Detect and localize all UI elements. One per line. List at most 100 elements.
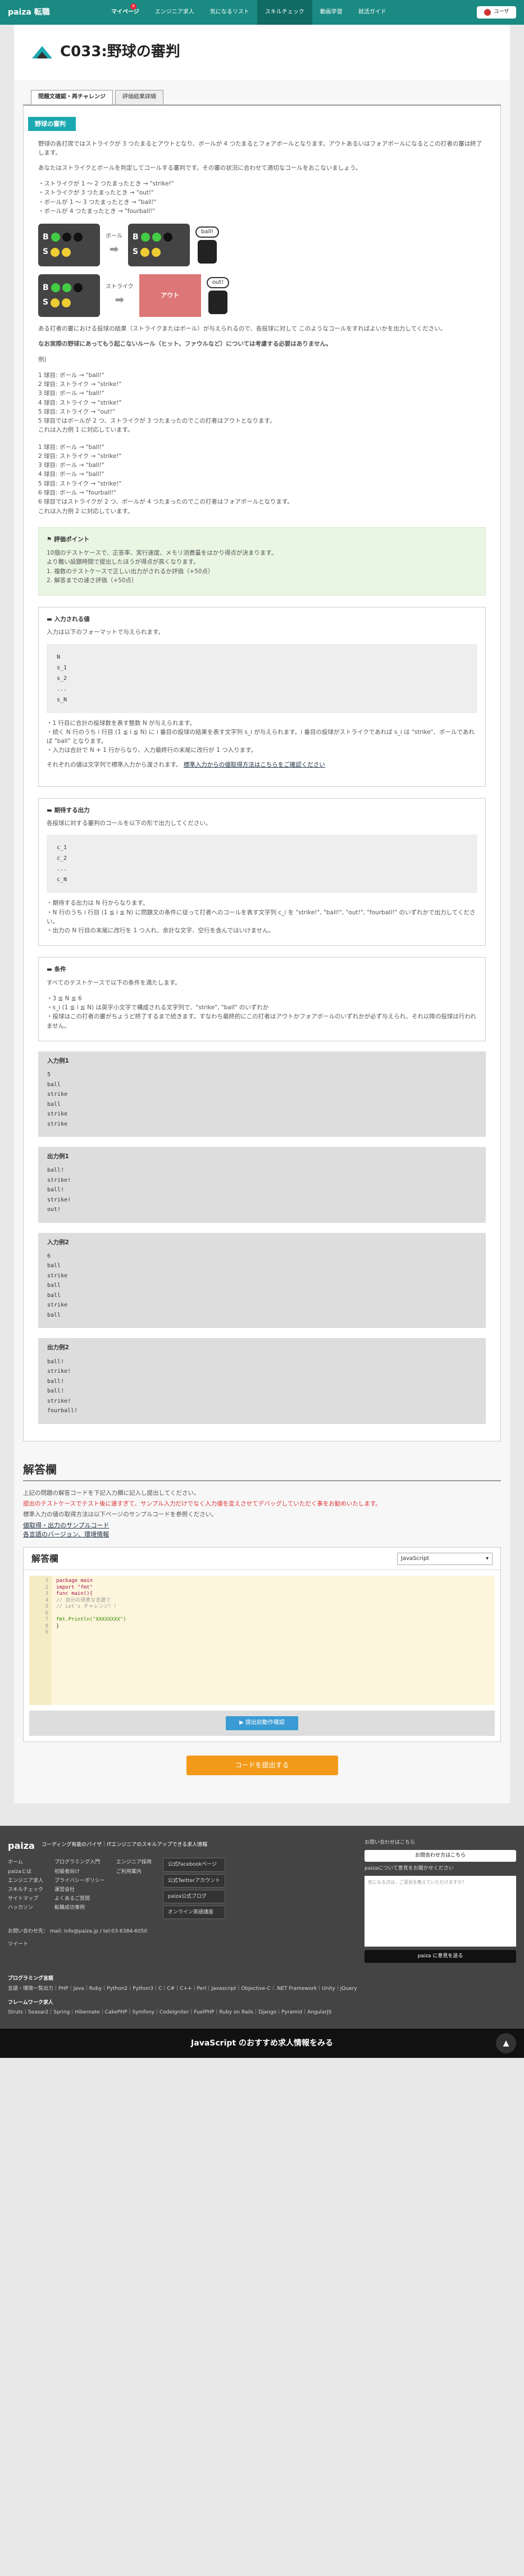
answer-title: 解答欄 <box>23 1462 501 1481</box>
answer-warning: 提出のテストケースでテスト後に速すぎて、サンプル入力だけでなく入力値を変えさせて… <box>23 1500 381 1507</box>
footer-col-2: プログラミング入門 初級者向け プライバシーポリシー 運営会社 よくあるご質問 転職成功事… <box>54 1858 105 1921</box>
logo[interactable]: paiza 転職 <box>8 7 103 18</box>
blog-button[interactable]: paiza公式ブログ <box>162 1889 226 1904</box>
footer-tagline: コーディング有能のパイザ｜ITエンジニアのスキルアップできる求人情報 <box>41 1842 208 1848</box>
problem-area: 問題文確認・再チャレンジ 評価結果詳細 野球の審判 野球の各打席ではストライクが… <box>14 80 510 1447</box>
footer: paiza コーディング有能のパイザ｜ITエンジニアのスキルアップできる求人情報… <box>0 1826 524 2029</box>
nav-guide[interactable]: 就活ガイド <box>350 0 394 25</box>
user-menu[interactable]: ユーザ <box>477 6 516 19</box>
back-to-top-icon[interactable]: ▲ <box>496 2033 516 2053</box>
input-example-1: 入力例1 5 ball strike ball strike strike <box>38 1051 486 1137</box>
footer-link[interactable]: ハッカソン <box>8 1903 43 1912</box>
answer-line: 上記の問題の解答コードを下記入力欄に記入し提出してください。 <box>23 1489 200 1496</box>
footer-link[interactable]: エンジニア求人 <box>8 1876 43 1885</box>
rules-list: ・ストライクが 1 ～ 2 つたまったとき → "strike!" ・ストライク… <box>38 179 486 216</box>
english-button[interactable]: オンライン英語講座 <box>162 1906 226 1920</box>
submit-code-button[interactable]: コードを提出する <box>186 1755 338 1776</box>
evaluation-line: 2. 解答までの速さ評価（+50点） <box>47 577 138 584</box>
example-line: 5 球目: ストライク → "out!" <box>38 408 115 415</box>
arrow-ball: ボール ➡ <box>106 233 122 256</box>
example-line: 6 球目ではストライクが 2 つ、ボールが 4 つたまったのでこの打者はフォアボ… <box>38 498 293 506</box>
umpire-icon <box>198 240 217 264</box>
footer-link[interactable]: 転職成功事例 <box>54 1903 105 1912</box>
avatar <box>484 9 491 16</box>
rule-item: ・ボールが 4 つたまったとき → "fourball!" <box>38 207 155 215</box>
example-line: 5 球目ではボールが 2 つ、ストライクが 3 つたまったのでこの打者はアウトと… <box>38 418 276 425</box>
input-note: ・続く N 行のうち i 行目 (1 ≦ i ≦ N) に i 番目の投球の結果… <box>47 728 475 745</box>
output-note: ・N 行のうち i 行目 (1 ≦ i ≦ N) に問題文の条件に従って打者への… <box>47 909 476 925</box>
footer-link[interactable]: エンジニア採用 <box>116 1858 152 1867</box>
footer-link[interactable]: 初級者向け <box>54 1867 105 1876</box>
footer-link[interactable]: ご利用案内 <box>116 1867 152 1876</box>
diagram-out: B S ストライク ➡ アウト out! <box>38 274 486 318</box>
input-title: ▬ 入力される値 <box>47 616 90 623</box>
output-note: ・出力の N 行目の末尾に改行を 1 つ入れ、余計な文字、空行を含んではいけませ… <box>47 927 275 935</box>
footer-link[interactable]: よくあるご質問 <box>54 1894 105 1903</box>
footer-link[interactable]: 運営会社 <box>54 1885 105 1894</box>
facebook-button[interactable]: 公式Facebookページ <box>162 1858 226 1872</box>
intro-2: あなたはストライクとボールを判定してコールする審判です。その審の状況に合わせて適… <box>38 164 362 171</box>
footer-link[interactable]: paizaとは <box>8 1867 43 1876</box>
evaluation-line: 10個のテストケースで、正答率、実行速度、メモリ消費量をはかり得点が決まります。 <box>47 550 277 557</box>
example-line: 1 球目: ボール → "ball!" <box>38 371 104 379</box>
language-select[interactable]: JavaScript ▾ <box>397 1552 493 1565</box>
example-line: 6 球目: ボール → "fourball!" <box>38 489 116 496</box>
feedback-label: paizaについて意見をお聞かせください <box>364 1866 454 1872</box>
feedback-textarea[interactable]: 気になる点は、ご意見を教えていただけますか？ <box>364 1876 516 1947</box>
nav-skillcheck[interactable]: スキルチェック <box>257 0 312 25</box>
contact-info: お問い合わせ先： mail: info@paiza.jp / tel:03-63… <box>8 1929 148 1935</box>
editor-panel: 解答欄 JavaScript ▾ 123456789 package main i… <box>23 1547 501 1742</box>
rule-item: ・ストライクが 3 つたまったとき → "out!" <box>38 189 154 197</box>
input-box: ▬ 入力される値 入力は以下のフォーマットで与えられます。 Ns_1 s_2...… <box>38 607 486 787</box>
footer-link[interactable]: プライバシーポリシー <box>54 1876 105 1885</box>
example-title: 出力例1 <box>47 1153 69 1160</box>
example-line: 1 球目: ボール → "ball!" <box>38 443 104 451</box>
feedback-title: お問い合わせはこちら <box>364 1840 416 1846</box>
language-link-list[interactable]: 言語・環境一覧出力｜PHP｜Java｜Ruby｜Python2｜Python3｜… <box>8 1984 516 1994</box>
tab-result[interactable]: 評価結果詳細 <box>115 90 163 105</box>
nav-video[interactable]: 動画学習 <box>312 0 350 25</box>
nav-favorites[interactable]: 気になるリスト <box>202 0 257 25</box>
example-title: 出力例2 <box>47 1344 69 1352</box>
example-line: 5 球目: ストライク → "strike!" <box>38 480 122 487</box>
nav-mypage[interactable]: マイページ 9 <box>103 0 147 25</box>
nav-jobs[interactable]: エンジニア求人 <box>147 0 202 25</box>
twitter-button[interactable]: 公式Twitterアカウント <box>162 1874 226 1888</box>
run-button[interactable]: ▶ 提出前動作確認 <box>226 1716 298 1730</box>
tweet-button[interactable]: ツイート <box>8 1941 345 1948</box>
code-editor[interactable]: 123456789 package main import "fmt" func… <box>29 1576 495 1706</box>
send-feedback-button[interactable]: paiza に意見を送る <box>364 1950 516 1963</box>
example-line: 2 球目: ストライク → "strike!" <box>38 452 122 460</box>
out-box: アウト <box>139 274 201 318</box>
condition-line: ・s_i (1 ≦ i ≦ N) は英字小文字で構成される文字列で、"strik… <box>47 1004 269 1011</box>
example-title: 入力例1 <box>47 1057 69 1064</box>
evaluation-box: ⚑ 評価ポイント 10個のテストケースで、正答率、実行速度、メモリ消費量をはかり… <box>38 527 486 596</box>
main-nav: マイページ 9 エンジニア求人 気になるリスト スキルチェック 動画学習 就活ガイ… <box>103 0 477 25</box>
rule-item: ・ストライクが 1 ～ 2 つたまったとき → "strike!" <box>38 180 174 188</box>
page-title-bar: C033:野球の審判 <box>14 25 510 80</box>
feedback-panel: お問い合わせはこちら お問合わせ方はこちら paizaについて意見をお聞かせくだ… <box>364 1839 516 1963</box>
footer-link[interactable]: スキルチェック <box>8 1885 43 1894</box>
count-board: B S <box>38 274 100 318</box>
problem-ribbon: 野球の審判 <box>28 116 76 131</box>
input-note: ・入力は合計で N + 1 行からなり、入力最終行の末尾に改行が 1 つ入ります… <box>47 747 257 754</box>
evaluation-line: より難い設題時間で提出したほうが得点が高くなります。 <box>47 559 199 566</box>
answer-line: 標準入力の値の取得方法は以下ページのサンプルコードを参照ください。 <box>23 1511 217 1518</box>
tab-problem[interactable]: 問題文確認・再チャレンジ <box>31 90 113 105</box>
arrow-strike: ストライク ➡ <box>106 284 134 306</box>
js-jobs-banner[interactable]: JavaScript のおすすめ求人情報をみる ▲ <box>0 2028 524 2058</box>
framework-link-list[interactable]: Struts｜Seasar2｜Spring｜Hibernate｜CakePHP｜… <box>8 2008 516 2017</box>
stdin-help-link[interactable]: 標準入力からの値取得方法はこちらをご確認ください <box>184 761 325 768</box>
output-note: ・期待する出力は N 行からなります。 <box>47 900 149 907</box>
footer-link[interactable]: プログラミング入門 <box>54 1858 105 1867</box>
footer-link[interactable]: サイトマップ <box>8 1894 43 1903</box>
input-example-2: 入力例2 6 ball strike ball ball strike ball <box>38 1232 486 1328</box>
sample-code-link[interactable]: 値取得・出力のサンプルコード <box>23 1522 109 1529</box>
contact-button[interactable]: お問合わせ方はこちら <box>364 1850 516 1862</box>
output-example-1: 出力例1 ball! strike! ball! strike! out! <box>38 1147 486 1223</box>
footer-logo[interactable]: paiza <box>8 1839 35 1852</box>
desc: ある打者の審における投球の結果（ストライクまたはボール）が与えられるので、各投球… <box>38 325 446 333</box>
footer-link[interactable]: ホーム <box>8 1858 43 1867</box>
code-text[interactable]: package main import "fmt" func main(){ /… <box>52 1576 495 1705</box>
version-info-link[interactable]: 各言語のバージョン、環境情報 <box>23 1531 109 1538</box>
